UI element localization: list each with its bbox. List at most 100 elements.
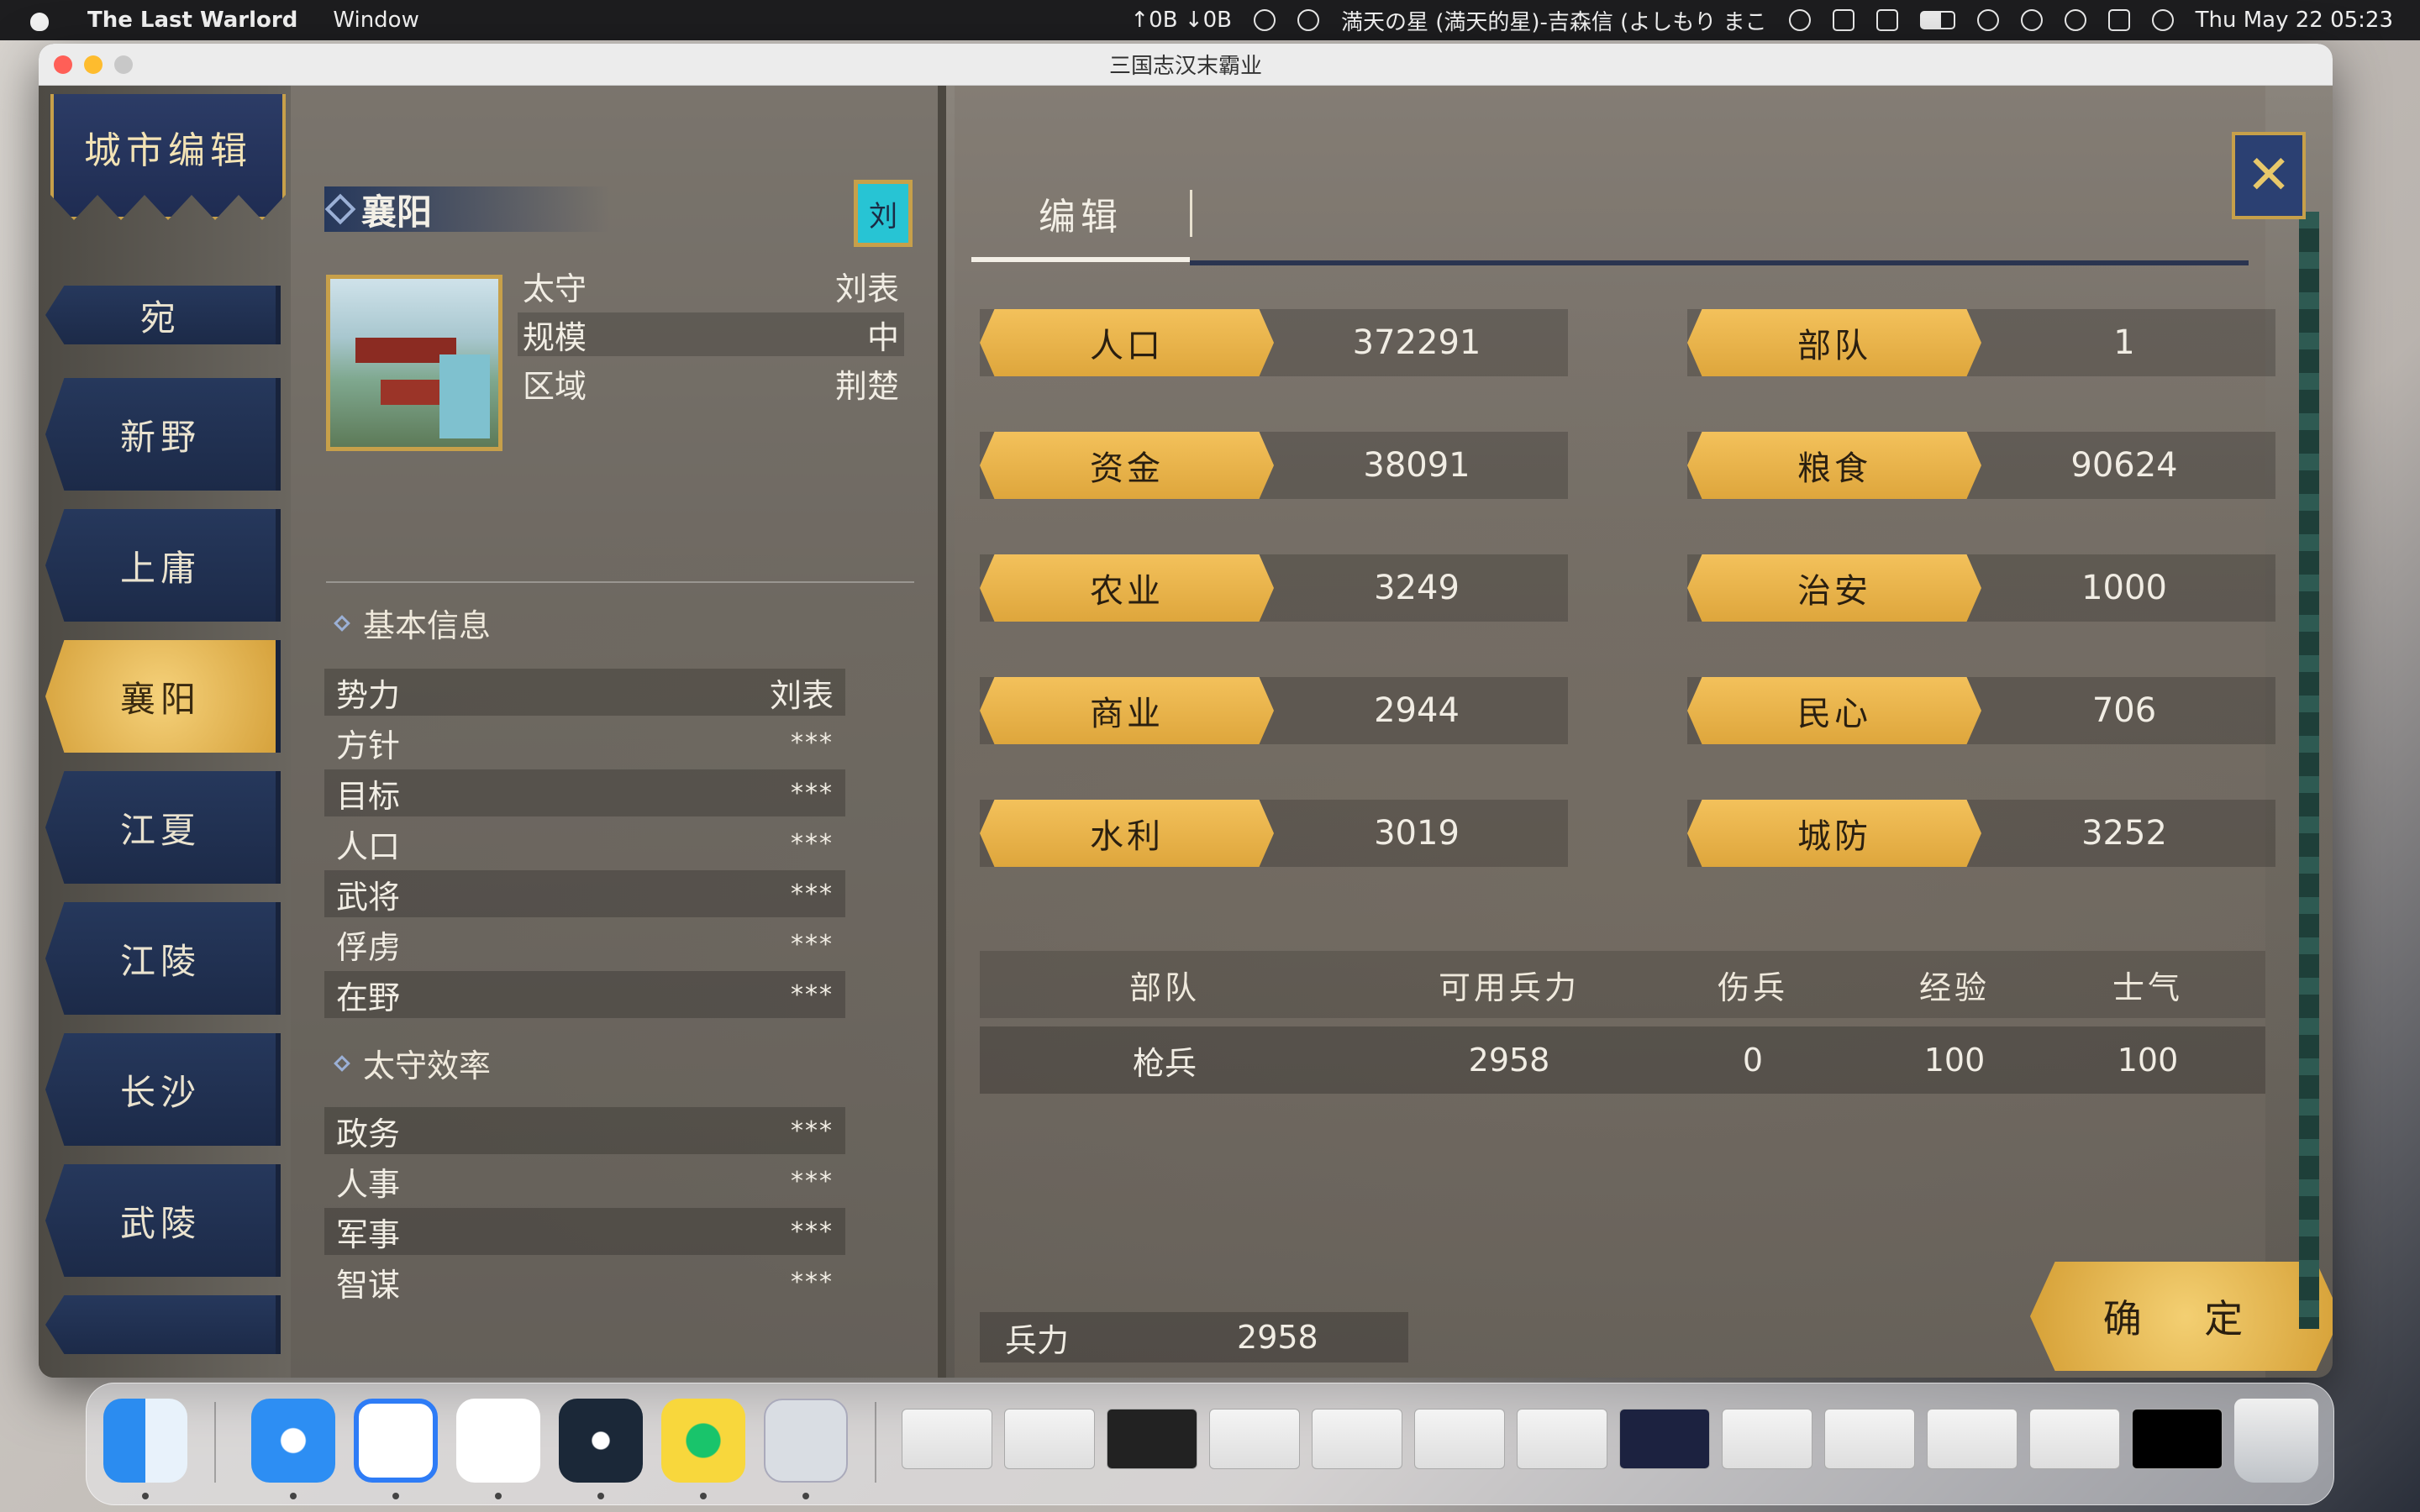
- minimize-window-button[interactable]: [84, 55, 103, 74]
- clock[interactable]: Thu May 22 05:23: [2196, 8, 2393, 33]
- city-item-xinye[interactable]: 新野: [45, 378, 281, 491]
- stat-value[interactable]: 90624: [1981, 432, 2267, 499]
- minimized-window-thumb[interactable]: [1619, 1409, 1710, 1469]
- window-menu[interactable]: Window: [333, 8, 419, 33]
- eff-row-strategy: 智谋 ***: [336, 1266, 834, 1304]
- minimized-window-thumb[interactable]: [2132, 1409, 2223, 1469]
- dock: [86, 1383, 2334, 1505]
- minimized-window-thumb[interactable]: [2029, 1409, 2120, 1469]
- trash-icon[interactable]: [2234, 1399, 2318, 1483]
- wifi-icon[interactable]: [1976, 9, 1999, 31]
- city-item-shangyong[interactable]: 上庸: [45, 509, 281, 622]
- basic-info-title: 基本信息: [334, 600, 491, 646]
- table-row[interactable]: 枪兵 2958 0 100 100: [980, 1026, 2265, 1094]
- minimized-window-thumb[interactable]: [1209, 1409, 1300, 1469]
- minimized-window-thumb[interactable]: [1517, 1409, 1607, 1469]
- launchpad-icon[interactable]: [764, 1399, 848, 1483]
- eff-row-politics: 政务 ***: [324, 1107, 845, 1154]
- scale-row: 规模中: [518, 312, 904, 356]
- minimized-window-thumb[interactable]: [1927, 1409, 2018, 1469]
- stat-security: 治安 1000: [1687, 554, 2275, 622]
- city-edit-banner: 城市编辑: [50, 94, 286, 220]
- stat-irrigation: 水利 3019: [980, 800, 1568, 867]
- battery-icon[interactable]: [1919, 11, 1955, 29]
- minimized-window-thumb[interactable]: [1312, 1409, 1402, 1469]
- city-info-panel: 襄阳 刘 太守 刘表 规模中 区域 荆楚 基本信息 势力 刘表 方针 *** 目标: [291, 86, 946, 1378]
- stat-value[interactable]: 1: [1981, 309, 2267, 376]
- city-item-changsha[interactable]: 长沙: [45, 1033, 281, 1146]
- apple-icon[interactable]: [27, 8, 52, 33]
- moon-icon[interactable]: [1297, 9, 1319, 31]
- diamond-icon: [334, 1054, 350, 1072]
- diamond-icon: [334, 614, 350, 632]
- region-row: 区域 荆楚: [523, 367, 899, 405]
- baidu-netdisk-icon[interactable]: [354, 1399, 438, 1483]
- finder-icon[interactable]: [103, 1399, 187, 1483]
- basic-row-generals: 武将 ***: [324, 870, 845, 917]
- eff-row-personnel: 人事 ***: [336, 1165, 834, 1203]
- stat-value[interactable]: 2944: [1274, 677, 1560, 744]
- city-portrait: [326, 275, 502, 451]
- city-item-next[interactable]: [45, 1295, 281, 1354]
- minimized-window-thumb[interactable]: [1004, 1409, 1095, 1469]
- game-canvas: 宛 新野 上庸 襄阳 江夏 江陵 长沙 武陵 城市编辑 襄阳 刘 太守刘表 规模…: [39, 86, 2333, 1378]
- stat-label: 资金: [980, 432, 1274, 499]
- stat-label: 粮食: [1687, 432, 1981, 499]
- close-window-button[interactable]: [54, 55, 72, 74]
- city-item-jiangling[interactable]: 江陵: [45, 902, 281, 1015]
- play-icon[interactable]: [1788, 9, 1811, 31]
- close-panel-button[interactable]: ✕: [2232, 132, 2306, 219]
- traffic-lights: [54, 55, 133, 74]
- stat-value[interactable]: 38091: [1274, 432, 1560, 499]
- col-unit: 部队: [1128, 969, 1200, 1006]
- window-titlebar[interactable]: 三国志汉末霸业: [39, 44, 2333, 86]
- tab-separator: [1190, 190, 1192, 237]
- minimized-window-thumb[interactable]: [902, 1409, 992, 1469]
- control-center-icon[interactable]: [2107, 9, 2130, 31]
- stat-value[interactable]: 3252: [1981, 800, 2267, 867]
- stat-label: 水利: [980, 800, 1274, 867]
- city-item-wuling[interactable]: 武陵: [45, 1164, 281, 1277]
- stat-label: 民心: [1687, 677, 1981, 744]
- col-wounded: 伤兵: [1717, 969, 1788, 1006]
- col-experience: 经验: [1918, 969, 1990, 1006]
- minimized-window-thumb[interactable]: [1414, 1409, 1505, 1469]
- stat-value[interactable]: 372291: [1274, 309, 1560, 376]
- user-icon[interactable]: [2020, 9, 2043, 31]
- stat-value[interactable]: 1000: [1981, 554, 2267, 622]
- safari-icon[interactable]: [251, 1399, 335, 1483]
- stat-value[interactable]: 3019: [1274, 800, 1560, 867]
- basic-row-target: 目标 ***: [324, 769, 845, 816]
- stat-value[interactable]: 3249: [1274, 554, 1560, 622]
- input-method-icon[interactable]: [1876, 9, 1898, 31]
- gear-icon[interactable]: [1253, 9, 1276, 31]
- bluetooth-icon[interactable]: [1832, 9, 1854, 31]
- tab-edit[interactable]: 编辑: [971, 170, 1190, 262]
- col-available: 可用兵力: [1438, 969, 1580, 1006]
- now-playing-text[interactable]: 満天の星 (満天的星)-吉森信 (よしもり まこ: [1341, 5, 1767, 36]
- search-icon[interactable]: [2064, 9, 2086, 31]
- network-speed: ↑0B ↓0B: [1130, 8, 1232, 33]
- stat-value[interactable]: 706: [1981, 677, 2267, 744]
- basic-row-faction: 势力 刘表: [324, 669, 845, 716]
- zoom-window-button[interactable]: [114, 55, 133, 74]
- stat-label: 城防: [1687, 800, 1981, 867]
- city-item-xiangyang[interactable]: 襄阳: [45, 640, 281, 753]
- stat-label: 农业: [980, 554, 1274, 622]
- stat-troops: 部队 1: [1687, 309, 2275, 376]
- qq-music-icon[interactable]: [661, 1399, 745, 1483]
- minimized-window-thumb[interactable]: [1107, 1409, 1197, 1469]
- window-title: 三国志汉末霸业: [1108, 54, 1262, 79]
- city-item-jiangxia[interactable]: 江夏: [45, 771, 281, 884]
- stat-commerce: 商业 2944: [980, 677, 1568, 744]
- minimized-window-thumb[interactable]: [1824, 1409, 1915, 1469]
- minimized-window-thumb[interactable]: [1722, 1409, 1812, 1469]
- confirm-button[interactable]: 确 定: [2030, 1262, 2333, 1371]
- basic-row-policy: 方针 ***: [336, 727, 834, 764]
- siri-icon[interactable]: [2151, 9, 2174, 31]
- stat-label: 商业: [980, 677, 1274, 744]
- steam-icon[interactable]: [559, 1399, 643, 1483]
- flight-app-icon[interactable]: [456, 1399, 540, 1483]
- app-name-menu[interactable]: The Last Warlord: [87, 8, 297, 33]
- city-item-wan[interactable]: 宛: [45, 286, 281, 344]
